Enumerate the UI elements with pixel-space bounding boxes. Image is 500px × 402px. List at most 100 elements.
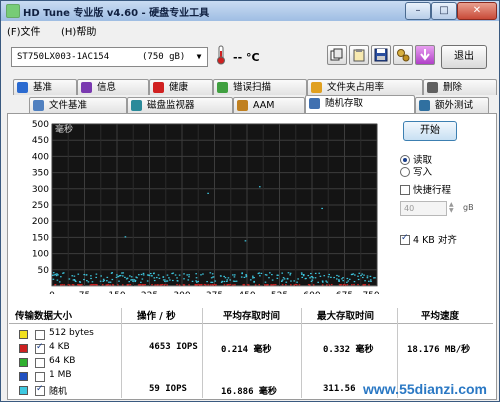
short-stroke-checkbox[interactable]: [400, 185, 410, 195]
chevron-down-icon[interactable]: ▼: [193, 51, 205, 63]
series-checkbox[interactable]: [35, 358, 45, 368]
screenshot-button[interactable]: [349, 45, 369, 65]
options-button[interactable]: [393, 45, 413, 65]
read-radio[interactable]: [400, 155, 410, 165]
tab-5[interactable]: 删除: [423, 79, 497, 95]
menu-help[interactable]: (H)帮助: [61, 23, 96, 38]
tab-1[interactable]: 信息: [77, 79, 149, 95]
thermometer-icon: [217, 45, 225, 65]
close-button[interactable]: ✕: [457, 2, 497, 20]
x-tick-label: 450: [238, 291, 255, 294]
align-4kb-checkbox[interactable]: [400, 233, 410, 245]
y-tick-label: 250: [32, 201, 49, 211]
series-checkbox[interactable]: [35, 372, 45, 382]
data-point: [266, 284, 268, 286]
tab-10[interactable]: 额外测试: [415, 97, 489, 113]
data-point: [183, 278, 185, 280]
data-point: [91, 283, 93, 286]
tab-label: 删除: [443, 82, 463, 93]
data-point: [95, 273, 98, 275]
data-point: [63, 284, 66, 286]
data-point: [83, 278, 85, 281]
tab-2[interactable]: 健康: [149, 79, 213, 95]
data-point: [333, 276, 335, 279]
data-point: [93, 284, 95, 286]
data-point: [312, 277, 314, 279]
data-point: [271, 279, 274, 281]
data-point: [77, 283, 79, 286]
tab-4[interactable]: 文件夹占用率: [307, 79, 423, 95]
watermark-text: www.55dianzi.com: [363, 381, 487, 397]
tab-6[interactable]: 文件基准: [29, 97, 127, 113]
data-point: [283, 278, 286, 280]
data-point: [154, 284, 156, 286]
tab-7[interactable]: 磁盘监视器: [127, 97, 233, 113]
tab-3[interactable]: 错误扫描: [213, 79, 307, 95]
data-point: [166, 280, 168, 282]
spinner-arrows-icon[interactable]: ▲ ▼: [449, 202, 458, 215]
series-checkbox[interactable]: [35, 342, 45, 354]
tab-8[interactable]: AAM: [233, 97, 305, 113]
copy-button[interactable]: [327, 45, 347, 65]
data-point: [130, 279, 133, 281]
data-point: [348, 278, 351, 280]
data-point: [253, 277, 255, 279]
tab-9[interactable]: 随机存取: [305, 95, 415, 113]
maximize-button[interactable]: □: [431, 2, 457, 20]
monitor-icon: [131, 100, 142, 111]
download-button[interactable]: [415, 45, 435, 65]
x-tick-label: 225: [141, 291, 158, 294]
data-point: [197, 280, 200, 283]
data-point: [91, 281, 94, 283]
data-point: [183, 273, 185, 275]
row-label: 4 KB: [49, 342, 70, 352]
latency-chart: 5004504003503002502001501005007515022530…: [32, 120, 379, 294]
data-point: [301, 276, 304, 279]
y-tick-label: 100: [32, 250, 49, 260]
data-point: [252, 275, 254, 277]
app-logo-icon: [6, 4, 20, 18]
extra-test-icon: [419, 100, 430, 111]
data-point: [317, 281, 320, 283]
drive-select[interactable]: ST750LX003-1AC154 (750 gB) ▼: [11, 47, 208, 67]
tab-0[interactable]: 基准: [13, 79, 77, 95]
data-point: [210, 277, 213, 279]
series-checkbox[interactable]: [35, 330, 45, 340]
avg-access-value: 0.214 毫秒: [221, 345, 272, 355]
data-point: [307, 274, 310, 277]
write-radio[interactable]: [400, 167, 410, 177]
data-point: [103, 279, 105, 282]
exit-button[interactable]: 退出: [441, 45, 487, 69]
title-bar[interactable]: HD Tune 专业版 v4.60 - 硬盘专业工具 – □ ✕: [1, 1, 499, 21]
data-point: [369, 275, 372, 277]
data-point: [281, 284, 284, 286]
menu-file[interactable]: (F)文件: [7, 23, 41, 38]
start-button[interactable]: 开始: [403, 121, 457, 141]
y-tick-label: 500: [32, 120, 49, 130]
data-point: [108, 281, 110, 283]
data-point: [110, 272, 113, 274]
data-point: [321, 284, 324, 286]
health-cross-icon: [153, 82, 164, 93]
data-point: [187, 279, 190, 281]
data-point: [264, 284, 266, 286]
data-point: [340, 283, 342, 286]
data-point: [124, 276, 126, 279]
minimize-button[interactable]: –: [405, 2, 431, 20]
save-button[interactable]: [371, 45, 391, 65]
data-point: [274, 284, 277, 286]
data-point: [191, 280, 194, 282]
data-point: [203, 283, 206, 286]
data-point: [304, 278, 307, 280]
data-point: [129, 275, 131, 277]
x-tick-label: 675: [336, 291, 353, 294]
data-point: [176, 280, 179, 282]
data-point: [129, 283, 132, 286]
data-point: [55, 273, 57, 275]
col-header-speed: 平均速度: [421, 311, 460, 322]
data-point: [335, 278, 338, 280]
data-point: [300, 272, 303, 274]
magnifier-icon: [217, 82, 228, 93]
short-stroke-input[interactable]: 40 ▲ ▼: [400, 201, 454, 216]
series-checkbox[interactable]: [35, 384, 45, 396]
